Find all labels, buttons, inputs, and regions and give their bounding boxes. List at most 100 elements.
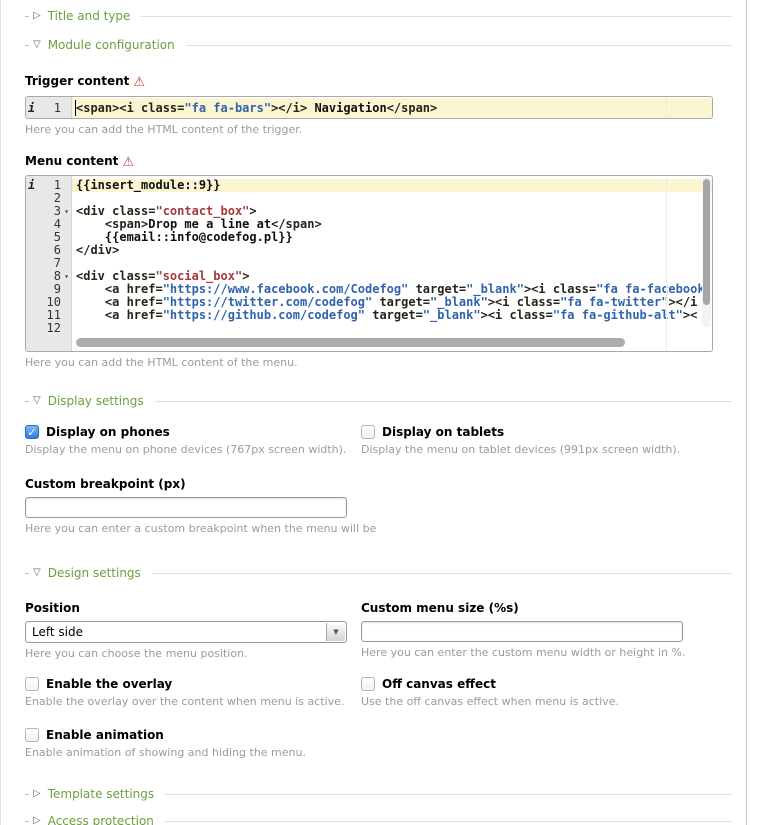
- off-canvas-checkbox[interactable]: [361, 677, 375, 691]
- overlay-field: Enable the overlay Enable the overlay ov…: [1, 677, 361, 708]
- fold-toggle-icon[interactable]: ▾: [61, 205, 72, 218]
- section-label[interactable]: Display settings: [48, 394, 144, 408]
- text-cursor: [75, 100, 76, 116]
- gutter-spacer: [26, 270, 37, 283]
- code-token: Drop me a line at: [148, 218, 271, 231]
- code-token: ></i>: [271, 101, 314, 115]
- section-toggle-module-configuration[interactable]: ▽ Module configuration: [1, 37, 746, 53]
- offcanvas-field: Off canvas effect Use the off canvas eff…: [361, 677, 732, 708]
- collapse-triangle-icon[interactable]: ▷: [33, 816, 41, 825]
- section-label[interactable]: Template settings: [48, 787, 154, 801]
- menu-size-input[interactable]: [361, 621, 683, 642]
- editor-line-1[interactable]: i1<span><i class="fa fa-bars"></i> Navig…: [26, 98, 712, 118]
- display-on-phones-checkbox[interactable]: [25, 425, 39, 439]
- section-label[interactable]: Access protection: [48, 814, 154, 825]
- code-line[interactable]: <a href="https://github.com/codefog" tar…: [72, 309, 712, 322]
- gutter-spacer: [26, 296, 37, 309]
- editor-line-12[interactable]: 12: [26, 322, 712, 335]
- code-token: {{email::info@codefog.pl}}: [76, 231, 293, 244]
- code-token: [76, 296, 105, 309]
- enable-animation-checkbox[interactable]: [25, 728, 39, 742]
- collapse-triangle-icon[interactable]: ▷: [33, 11, 41, 21]
- legend-rule: [152, 573, 732, 574]
- enable-overlay-label: Enable the overlay: [46, 677, 172, 691]
- collapse-triangle-icon[interactable]: ▷: [33, 789, 41, 799]
- custom-breakpoint-input[interactable]: [25, 497, 347, 518]
- code-line[interactable]: <span><i class="fa fa-bars"></i> Navigat…: [72, 98, 712, 118]
- code-line[interactable]: [72, 192, 712, 205]
- code-line[interactable]: <div class="contact_box">: [72, 205, 712, 218]
- code-line[interactable]: {{email::info@codefog.pl}}: [72, 231, 712, 244]
- position-select[interactable]: Left side ▼: [25, 621, 347, 643]
- section-toggle-display-settings[interactable]: ▽ Display settings: [1, 393, 746, 409]
- editor-line-9[interactable]: 9 <a href="https://www.facebook.com/Code…: [26, 283, 712, 296]
- code-token: </span>: [271, 218, 322, 231]
- section-toggle-design-settings[interactable]: ▽ Design settings: [1, 565, 746, 581]
- gutter-spacer: [61, 257, 72, 270]
- section-toggle-title-and-type[interactable]: ▷ Title and type: [1, 8, 746, 24]
- code-line[interactable]: [72, 257, 712, 270]
- section-label[interactable]: Design settings: [48, 566, 141, 580]
- editor-line-4[interactable]: 4 <span>Drop me a line at</span>: [26, 218, 712, 231]
- trigger-content-label: Trigger content⚠: [1, 74, 746, 90]
- horizontal-scrollbar-thumb[interactable]: [76, 338, 625, 347]
- enable-overlay-row[interactable]: Enable the overlay: [1, 677, 361, 691]
- warning-icon: ⚠: [122, 155, 134, 170]
- code-token: "social_box": [155, 270, 242, 283]
- position-label: Position: [1, 601, 361, 615]
- off-canvas-row[interactable]: Off canvas effect: [361, 677, 732, 691]
- legend-dash: [25, 45, 29, 46]
- editor-line-2[interactable]: 2: [26, 192, 712, 205]
- code-line[interactable]: [72, 322, 712, 335]
- section-toggle-template-settings[interactable]: ▷ Template settings: [1, 786, 746, 802]
- enable-animation-row[interactable]: Enable animation: [1, 728, 746, 742]
- code-line[interactable]: <a href="https://twitter.com/codefog" ta…: [72, 296, 712, 309]
- chevron-down-icon: ▼: [333, 628, 338, 636]
- gutter-spacer: [61, 98, 72, 118]
- editor-line-11[interactable]: 11 <a href="https://github.com/codefog" …: [26, 309, 712, 322]
- expand-triangle-icon[interactable]: ▽: [33, 40, 41, 50]
- section-label[interactable]: Title and type: [48, 9, 131, 23]
- code-line[interactable]: <div class="social_box">: [72, 270, 712, 283]
- enable-overlay-checkbox[interactable]: [25, 677, 39, 691]
- enable-overlay-help: Enable the overlay over the content when…: [1, 695, 361, 708]
- vertical-scrollbar-thumb[interactable]: [703, 179, 710, 305]
- code-token: [76, 283, 105, 296]
- gutter-cell: i1: [26, 179, 72, 192]
- custom-breakpoint-help: Here you can enter a custom breakpoint w…: [1, 522, 746, 535]
- code-token: "_blank": [466, 283, 524, 296]
- line-number: 12: [37, 322, 61, 335]
- editor-line-3[interactable]: 3▾<div class="contact_box">: [26, 205, 712, 218]
- horizontal-scrollbar[interactable]: [76, 338, 700, 348]
- syntax-info-icon[interactable]: i: [26, 98, 37, 118]
- display-on-tablets-row[interactable]: Display on tablets: [361, 425, 732, 439]
- code-line[interactable]: <span>Drop me a line at</span>: [72, 218, 712, 231]
- code-token: <div class=: [76, 205, 155, 218]
- editor-line-10[interactable]: 10 <a href="https://twitter.com/codefog"…: [26, 296, 712, 309]
- menu-help-text: Here you can add the HTML content of the…: [1, 356, 746, 369]
- select-dropdown-button[interactable]: ▼: [326, 623, 345, 641]
- fold-toggle-icon[interactable]: ▾: [61, 270, 72, 283]
- code-line[interactable]: {{insert_module::9}}: [72, 179, 712, 192]
- editor-line-5[interactable]: 5 {{email::info@codefog.pl}}: [26, 231, 712, 244]
- section-toggle-access-protection[interactable]: ▷ Access protection: [1, 813, 746, 825]
- editor-line-8[interactable]: 8▾<div class="social_box">: [26, 270, 712, 283]
- syntax-info-icon[interactable]: i: [26, 179, 37, 192]
- code-line[interactable]: <a href="https://www.facebook.com/Codefo…: [72, 283, 712, 296]
- display-on-tablets-checkbox[interactable]: [361, 425, 375, 439]
- editor-line-7[interactable]: 7: [26, 257, 712, 270]
- display-on-phones-row[interactable]: Display on phones: [1, 425, 361, 439]
- position-help: Here you can choose the menu position.: [1, 647, 361, 660]
- expand-triangle-icon[interactable]: ▽: [33, 568, 41, 578]
- editor-line-6[interactable]: 6</div>: [26, 244, 712, 257]
- section-label[interactable]: Module configuration: [48, 38, 175, 52]
- menu-size-help: Here you can enter the custom menu width…: [361, 646, 732, 659]
- expand-triangle-icon[interactable]: ▽: [33, 396, 41, 406]
- vertical-scrollbar[interactable]: [702, 177, 711, 327]
- legend-dash: [25, 821, 29, 822]
- editor-line-1[interactable]: i1{{insert_module::9}}: [26, 179, 712, 192]
- code-line[interactable]: </div>: [72, 244, 712, 257]
- trigger-code-editor[interactable]: i1<span><i class="fa fa-bars"></i> Navig…: [25, 96, 713, 119]
- code-token: "fa fa-bars": [184, 101, 271, 115]
- menu-code-editor[interactable]: i1{{insert_module::9}}23▾<div class="con…: [25, 175, 713, 352]
